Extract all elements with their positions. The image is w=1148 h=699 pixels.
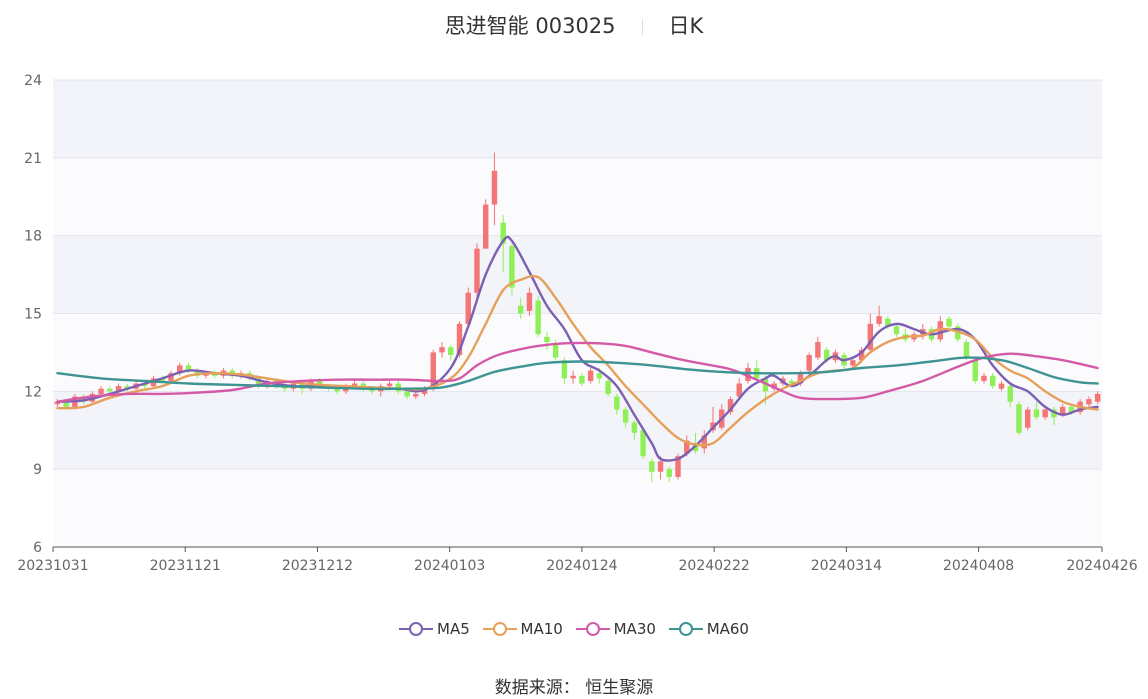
candle	[509, 243, 515, 296]
grid-band	[53, 391, 1102, 470]
y-tick-label: 6	[33, 540, 42, 556]
candle-body	[448, 347, 454, 356]
candle-body	[579, 375, 585, 384]
legend-ma30-icon	[575, 622, 610, 636]
legend-ma30[interactable]: MA30	[575, 620, 656, 638]
candle-body	[570, 375, 576, 379]
grid-band	[53, 235, 1102, 314]
candle-body	[666, 469, 672, 477]
candle-body	[972, 360, 978, 381]
candle-body	[893, 326, 900, 335]
candle-body	[946, 318, 952, 327]
candle-body	[614, 396, 620, 410]
grid-band	[53, 469, 1102, 547]
legend-ma10-label: MA10	[520, 620, 563, 638]
candle	[535, 295, 541, 337]
candle-body	[1033, 409, 1040, 418]
candle-body	[622, 409, 629, 423]
candle-body	[981, 375, 987, 381]
y-tick-label: 18	[24, 229, 42, 245]
y-tick-label: 24	[24, 73, 42, 89]
candle-body	[605, 380, 611, 394]
y-tick-label: 9	[33, 462, 42, 478]
candle-body	[98, 388, 104, 394]
grid-band	[53, 157, 1102, 236]
y-tick-label: 15	[24, 307, 42, 323]
legend-ma5[interactable]: MA5	[399, 620, 470, 638]
legend-ma5-icon	[399, 622, 433, 636]
candle-body	[1042, 409, 1048, 418]
candle-body	[386, 383, 393, 387]
candle-body	[552, 344, 559, 358]
x-tick-label: 20231212	[282, 558, 353, 574]
legend-ma60-icon	[668, 622, 703, 636]
candle-body	[596, 373, 603, 379]
candle	[806, 352, 812, 374]
x-tick-label: 20231031	[17, 558, 88, 574]
grid-band	[53, 80, 1102, 158]
candle-body	[413, 393, 419, 397]
candle-body	[963, 342, 970, 358]
candle-body	[535, 300, 541, 335]
x-tick-label: 20240426	[1066, 558, 1137, 574]
kline-chart[interactable]: 6 9 12 15 18 21 24 20231031 20231121 20231212 2024…	[0, 0, 1148, 610]
candle-body	[474, 248, 480, 293]
candle	[1024, 406, 1031, 431]
candle-body	[876, 316, 882, 324]
candle-body	[439, 347, 445, 353]
x-tick-label: 20240124	[546, 558, 617, 574]
candle-body	[1016, 404, 1022, 433]
candle-body	[107, 388, 113, 392]
candle-body	[1024, 409, 1031, 428]
candle	[605, 378, 611, 397]
x-tick-label: 20240314	[811, 558, 882, 574]
x-tick-label: 20240103	[414, 558, 485, 574]
candle-body	[544, 336, 550, 343]
candle-body	[806, 355, 812, 371]
data-source: 数据来源： 恒生聚源	[494, 678, 654, 698]
legend-ma60-label: MA60	[706, 620, 749, 638]
x-tick-label: 20240408	[943, 558, 1014, 574]
x-tick-label: 20231121	[150, 558, 221, 574]
y-tick-label: 12	[24, 384, 42, 400]
legend-ma5-label: MA5	[437, 620, 470, 638]
legend-ma30-label: MA30	[613, 620, 656, 638]
candle-body	[649, 461, 655, 472]
candle-body	[517, 305, 524, 314]
legend: MA5 MA10 MA30 MA60	[0, 620, 1148, 641]
candle-body	[1094, 393, 1101, 402]
legend-ma60[interactable]: MA60	[668, 620, 749, 638]
candle-body	[1086, 399, 1092, 405]
candle-body	[815, 342, 821, 358]
candle-body	[404, 391, 410, 397]
candle-body	[587, 370, 594, 381]
candle-body	[850, 360, 856, 366]
candle-body	[491, 170, 498, 205]
candle-body	[483, 204, 489, 249]
legend-ma10[interactable]: MA10	[482, 620, 563, 638]
candle-body	[631, 422, 638, 433]
candle	[1016, 401, 1022, 436]
candle	[483, 199, 489, 249]
candle-body	[1007, 386, 1013, 402]
candle	[474, 243, 480, 298]
candle-body	[657, 461, 664, 472]
candle-body	[990, 375, 996, 387]
legend-ma10-icon	[482, 622, 517, 636]
x-tick-label: 20240222	[679, 558, 750, 574]
candle-body	[998, 383, 1005, 389]
y-tick-label: 21	[24, 151, 42, 167]
candle-body	[526, 292, 533, 311]
